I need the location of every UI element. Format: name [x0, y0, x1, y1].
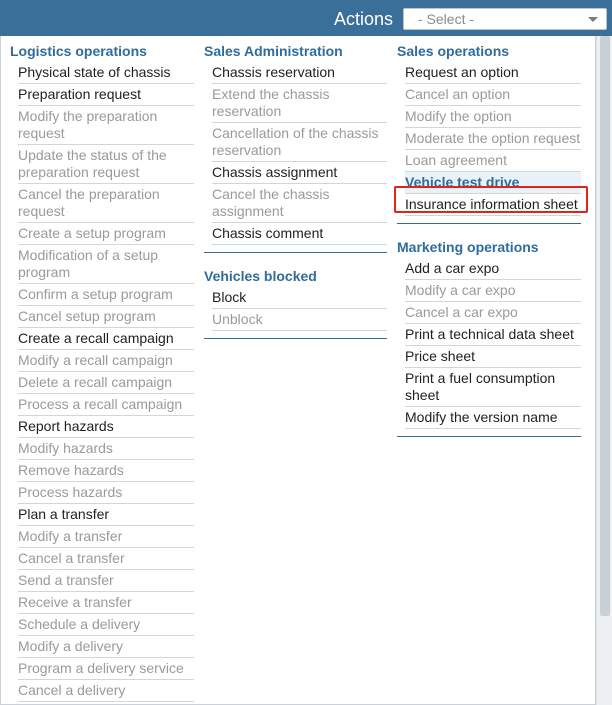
dropdown-scrollbar[interactable] — [596, 36, 612, 705]
menu-item-remove-hazards: Remove hazards — [18, 460, 194, 482]
menu-item-cancel-the-chassis-assignment: Cancel the chassis assignment — [212, 184, 387, 223]
menu-item-loan-agreement: Loan agreement — [405, 150, 581, 172]
menu-item-price-sheet[interactable]: Price sheet — [405, 346, 581, 368]
menu-item-insurance-information-sheet[interactable]: Insurance information sheet — [405, 194, 581, 216]
menu-item-modify-the-version-name[interactable]: Modify the version name — [405, 407, 581, 429]
select-placeholder: - Select - — [418, 11, 475, 27]
actions-header-bar: Actions - Select - — [0, 0, 612, 36]
menu-item-print-a-fuel-consumption-sheet[interactable]: Print a fuel consumption sheet — [405, 368, 581, 407]
column-2: Sales Administration Chassis reservation E… — [204, 44, 387, 339]
menu-item-unblock: Unblock — [212, 309, 387, 331]
menu-item-confirm-a-setup-program: Confirm a setup program — [18, 284, 194, 306]
menu-item-delete-a-recall-campaign: Delete a recall campaign — [18, 372, 194, 394]
menu-item-modify-hazards: Modify hazards — [18, 438, 194, 460]
menu-item-print-a-technical-data-sheet[interactable]: Print a technical data sheet — [405, 324, 581, 346]
menu-item-modify-the-preparation-request: Modify the preparation request — [18, 106, 194, 145]
section-title-sales-administration: Sales Administration — [204, 43, 343, 59]
menu-item-modify-a-recall-campaign: Modify a recall campaign — [18, 350, 194, 372]
menu-item-block[interactable]: Block — [212, 287, 387, 309]
chevron-down-icon[interactable] — [588, 17, 598, 22]
section-divider — [204, 331, 387, 339]
section-divider — [397, 216, 581, 224]
menu-item-modify-a-car-expo: Modify a car expo — [405, 280, 581, 302]
section-divider — [397, 429, 581, 437]
menu-item-chassis-comment[interactable]: Chassis comment — [212, 223, 387, 245]
menu-item-modify-the-option: Modify the option — [405, 106, 581, 128]
menu-item-cancellation-of-the-chassis-reservation: Cancellation of the chassis reservation — [212, 123, 387, 162]
menu-item-request-an-option[interactable]: Request an option — [405, 62, 581, 84]
menu-item-chassis-assignment[interactable]: Chassis assignment — [212, 162, 387, 184]
menu-item-cancel-setup-program: Cancel setup program — [18, 306, 194, 328]
menu-item-modification-of-a-setup-program: Modification of a setup program — [18, 245, 194, 284]
menu-item-schedule-a-delivery: Schedule a delivery — [18, 614, 194, 636]
section-title-marketing-operations: Marketing operations — [397, 239, 539, 255]
column-3: Sales operations Request an option Cancel … — [397, 44, 581, 437]
menu-item-add-a-car-expo[interactable]: Add a car expo — [405, 258, 581, 280]
menu-item-chassis-reservation[interactable]: Chassis reservation — [212, 62, 387, 84]
section-title-sales-operations: Sales operations — [397, 43, 510, 59]
menu-item-create-a-setup-program: Create a setup program — [18, 223, 194, 245]
menu-item-process-hazards: Process hazards — [18, 482, 194, 504]
menu-item-moderate-the-option-request: Moderate the option request — [405, 128, 581, 150]
menu-item-modify-a-delivery: Modify a delivery — [18, 636, 194, 658]
menu-item-report-hazards[interactable]: Report hazards — [18, 416, 194, 438]
section-divider — [204, 245, 387, 253]
menu-item-cancel-the-preparation-request: Cancel the preparation request — [18, 184, 194, 223]
menu-item-cancel-a-car-expo: Cancel a car expo — [405, 302, 581, 324]
menu-item-cancel-an-option: Cancel an option — [405, 84, 581, 106]
menu-item-plan-a-transfer[interactable]: Plan a transfer — [18, 504, 194, 526]
scrollbar-thumb[interactable] — [600, 36, 610, 616]
menu-item-cancel-a-delivery: Cancel a delivery — [18, 680, 194, 702]
menu-item-modify-a-transfer: Modify a transfer — [18, 526, 194, 548]
menu-item-vehicle-test-drive[interactable]: Vehicle test drive — [405, 172, 581, 194]
menu-item-receive-a-transfer: Receive a transfer — [18, 592, 194, 614]
menu-item-extend-the-chassis-reservation: Extend the chassis reservation — [212, 84, 387, 123]
menu-item-create-a-recall-campaign[interactable]: Create a recall campaign — [18, 328, 194, 350]
column-1: Logistics operations Physical state of ch… — [10, 44, 194, 705]
menu-item-cancel-a-transfer: Cancel a transfer — [18, 548, 194, 570]
section-title-vehicles-blocked: Vehicles blocked — [204, 268, 317, 284]
menu-item-preparation-request[interactable]: Preparation request — [18, 84, 194, 106]
actions-title: Actions — [333, 9, 393, 29]
menu-item-program-a-delivery-service: Program a delivery service — [18, 658, 194, 680]
menu-item-physical-state-of-chassis[interactable]: Physical state of chassis — [18, 62, 194, 84]
menu-item-send-a-transfer: Send a transfer — [18, 570, 194, 592]
menu-item-process-a-recall-campaign: Process a recall campaign — [18, 394, 194, 416]
actions-select[interactable]: - Select - — [403, 8, 607, 30]
menu-item-update-the-status-of-the-preparation-request: Update the status of the preparation req… — [18, 145, 194, 184]
section-title-logistics-operations: Logistics operations — [10, 43, 147, 59]
